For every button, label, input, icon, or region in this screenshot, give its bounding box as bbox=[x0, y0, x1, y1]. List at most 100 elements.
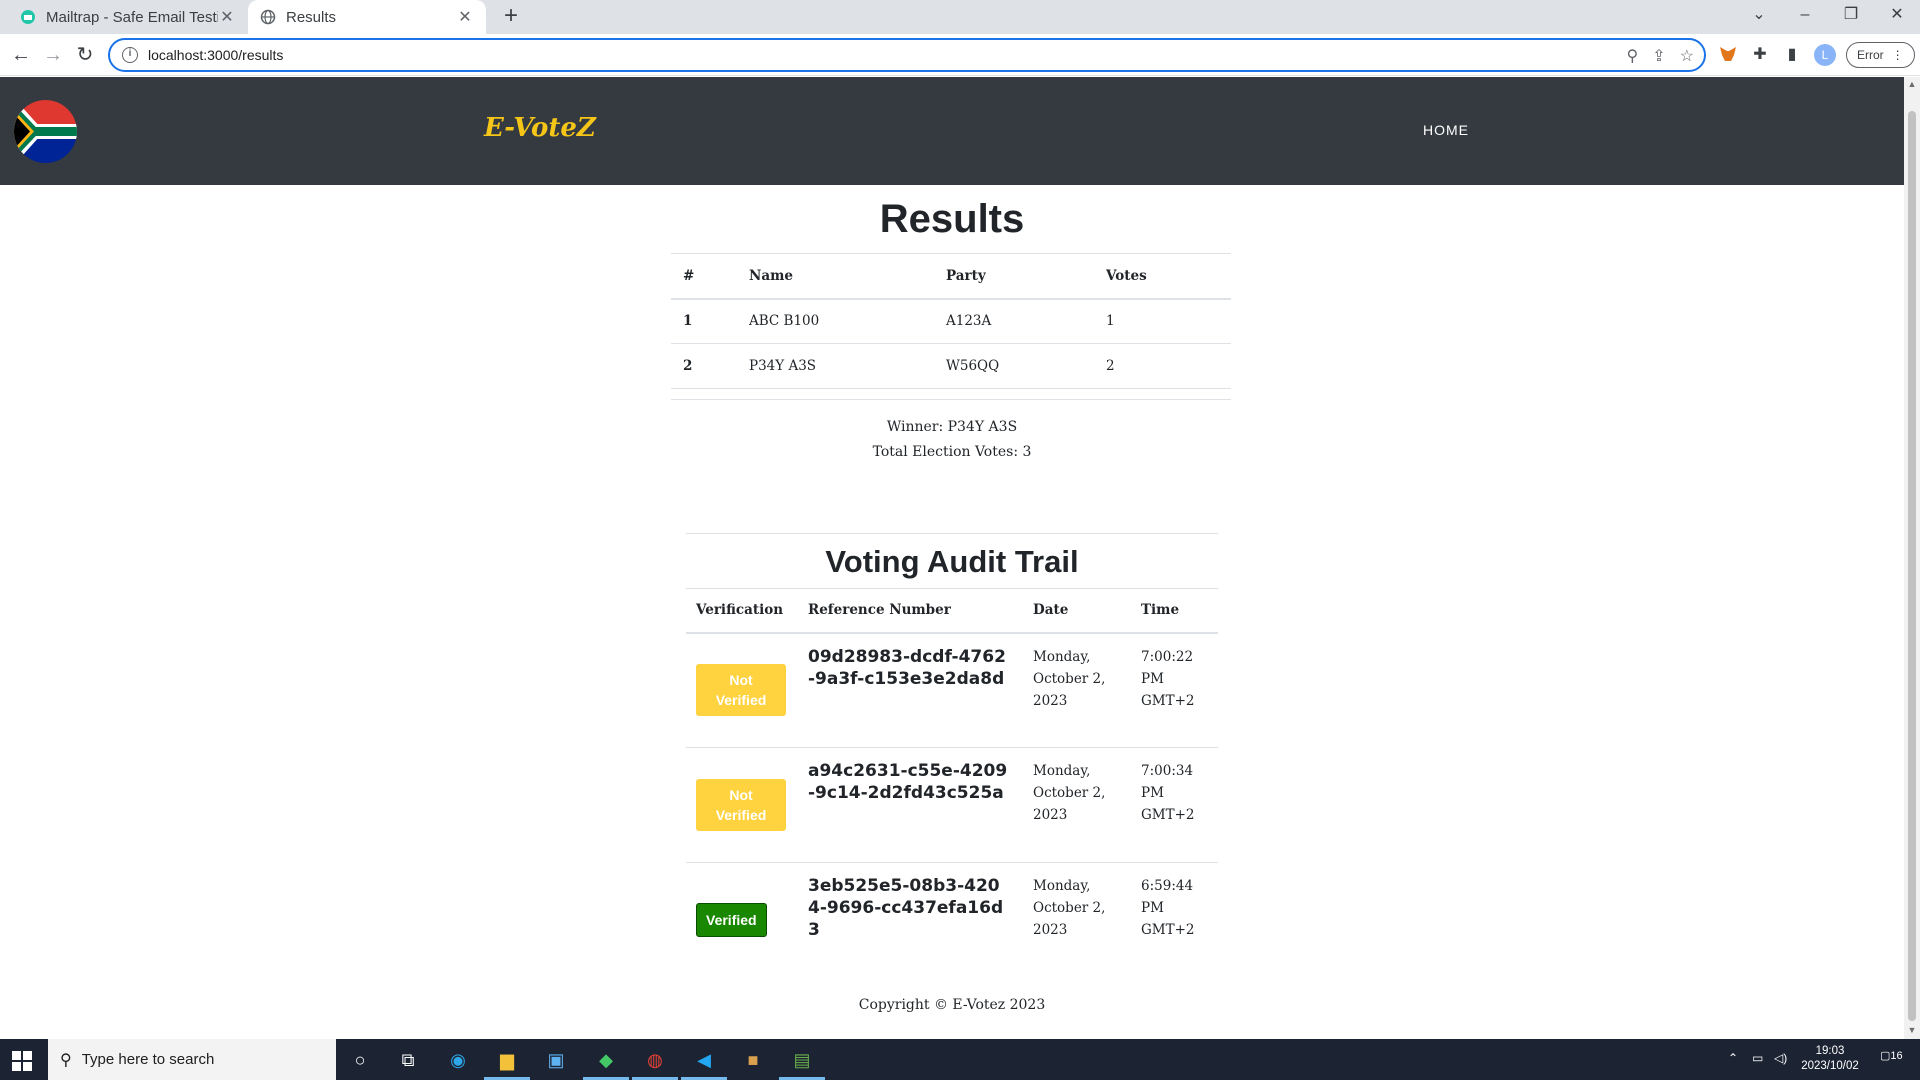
tab-mailtrap[interactable]: Mailtrap - Safe Email Testing ✕ bbox=[8, 0, 248, 34]
chrome-icon[interactable]: ◍ bbox=[640, 1045, 670, 1075]
network-icon[interactable]: ▭ bbox=[1752, 1051, 1763, 1080]
status-badge: Verified bbox=[696, 903, 767, 938]
total-votes-text: Total Election Votes: 3 bbox=[872, 444, 1032, 460]
bookmark-star-icon[interactable]: ☆ bbox=[1680, 46, 1694, 66]
taskbar-search-input[interactable]: ⚲ Type here to search bbox=[48, 1039, 336, 1080]
forward-arrow-icon[interactable]: → bbox=[40, 42, 66, 68]
column-header: Date bbox=[1023, 588, 1131, 634]
table-row: Not Verified a94c2631-c55e-4209-9c14-2d2… bbox=[686, 747, 1218, 863]
profile-avatar[interactable]: L bbox=[1814, 44, 1836, 66]
candidate-name: P34Y A3S bbox=[737, 343, 934, 389]
tab-search-icon[interactable]: ⌄ bbox=[1736, 0, 1782, 34]
status-badge: Not Verified bbox=[696, 779, 786, 831]
scroll-up-icon[interactable]: ▲ bbox=[1907, 79, 1917, 89]
clock-date: 2023/10/02 bbox=[1801, 1060, 1859, 1072]
column-header: Reference Number bbox=[798, 588, 1023, 634]
windows-taskbar: ⚲ Type here to search ○ ⧉ ◉ ▆ ▣ ◆ ◍ ◀ ■ … bbox=[0, 1039, 1920, 1080]
column-header: # bbox=[671, 253, 737, 300]
reference-number: 09d28983-dcdf-4762-9a3f-c153e3e2da8d bbox=[808, 646, 1006, 689]
divider bbox=[686, 533, 1218, 534]
browser-tab-strip: Mailtrap - Safe Email Testing ✕ Results … bbox=[0, 0, 1920, 34]
reload-icon[interactable]: ↻ bbox=[72, 42, 98, 68]
error-button[interactable]: Error ⋮ bbox=[1846, 42, 1915, 68]
column-header: Name bbox=[737, 253, 934, 300]
vote-count: 1 bbox=[1094, 298, 1231, 344]
close-tab-icon[interactable]: ✕ bbox=[456, 7, 474, 27]
site-brand[interactable]: E-VoteZ bbox=[484, 113, 596, 143]
table-row: Not Verified 09d28983-dcdf-4762-9a3f-c15… bbox=[686, 632, 1218, 748]
address-bar[interactable]: i localhost:3000/results ⚲ ⇪ ☆ bbox=[108, 38, 1706, 72]
notification-count: 16 bbox=[1890, 1050, 1903, 1062]
vote-date: Monday, October 2, 2023 bbox=[1033, 878, 1106, 938]
restore-button[interactable]: ❐ bbox=[1828, 0, 1874, 34]
close-tab-icon[interactable]: ✕ bbox=[218, 7, 236, 27]
edge-icon[interactable]: ◉ bbox=[443, 1045, 473, 1075]
tab-results[interactable]: Results ✕ bbox=[248, 0, 486, 34]
vscode-icon[interactable]: ◀ bbox=[689, 1045, 719, 1075]
south-africa-flag-logo[interactable] bbox=[14, 100, 77, 163]
store-icon[interactable]: ▣ bbox=[541, 1045, 571, 1075]
winner-text: Winner: P34Y A3S bbox=[886, 419, 1018, 435]
file-explorer-icon[interactable]: ▆ bbox=[492, 1045, 522, 1075]
vote-time: 7:00:34 PM GMT+2 bbox=[1141, 763, 1195, 823]
vote-time: 6:59:44 PM GMT+2 bbox=[1141, 878, 1195, 938]
candidate-name: ABC B100 bbox=[737, 298, 934, 344]
audit-trail-heading: Voting Audit Trail bbox=[825, 544, 1079, 579]
party-name: W56QQ bbox=[934, 343, 1094, 389]
notepad-app-icon[interactable]: ▤ bbox=[787, 1045, 817, 1075]
notifications-icon[interactable]: ▢16 bbox=[1880, 1049, 1903, 1080]
minimize-button[interactable]: – bbox=[1782, 0, 1828, 34]
url-text[interactable]: localhost:3000/results bbox=[148, 47, 283, 63]
table-row: 1 ABC B100 A123A 1 bbox=[671, 298, 1231, 344]
page-viewport: E-VoteZ HOME Results # Name Party Votes … bbox=[0, 77, 1904, 1039]
package-app-icon[interactable]: ■ bbox=[738, 1045, 768, 1075]
extensions-puzzle-icon[interactable]: ✚ bbox=[1750, 45, 1770, 65]
table-row: 2 P34Y A3S W56QQ 2 bbox=[671, 343, 1231, 389]
tab-label: Results bbox=[286, 8, 337, 26]
browser-toolbar: ← → ↻ i localhost:3000/results ⚲ ⇪ ☆ ✚ ▮… bbox=[0, 34, 1920, 76]
more-menu-icon: ⋮ bbox=[1891, 48, 1904, 62]
party-name: A123A bbox=[934, 298, 1094, 344]
search-placeholder: Type here to search bbox=[81, 1051, 215, 1068]
site-info-icon[interactable]: i bbox=[122, 47, 138, 63]
row-number: 1 bbox=[671, 298, 737, 344]
error-label: Error bbox=[1857, 48, 1884, 62]
app-green-icon[interactable]: ◆ bbox=[591, 1045, 621, 1075]
close-window-button[interactable]: ✕ bbox=[1874, 0, 1920, 34]
page-scrollbar[interactable]: ▲ ▼ bbox=[1904, 77, 1920, 1039]
task-view-icon[interactable]: ⧉ bbox=[393, 1045, 423, 1075]
vote-date: Monday, October 2, 2023 bbox=[1033, 763, 1106, 823]
column-header: Votes bbox=[1094, 253, 1231, 300]
tray-chevron-icon[interactable]: ⌃ bbox=[1728, 1051, 1738, 1080]
audit-table: Verification Reference Number Date Time … bbox=[686, 588, 1218, 978]
page-footer: Copyright © E-Votez 2023 bbox=[858, 997, 1046, 1013]
volume-icon[interactable]: ◁) bbox=[1774, 1051, 1787, 1080]
results-heading: Results bbox=[879, 197, 1025, 241]
vote-time: 7:00:22 PM GMT+2 bbox=[1141, 648, 1195, 709]
zoom-icon[interactable]: ⚲ bbox=[1627, 46, 1639, 66]
search-icon: ⚲ bbox=[60, 1051, 72, 1069]
column-header: Party bbox=[934, 253, 1094, 300]
divider bbox=[671, 399, 1231, 400]
column-header: Verification bbox=[686, 588, 798, 634]
new-tab-button[interactable]: + bbox=[498, 4, 524, 30]
side-panel-icon[interactable]: ▮ bbox=[1782, 45, 1802, 65]
back-arrow-icon[interactable]: ← bbox=[8, 42, 34, 68]
column-header: Time bbox=[1131, 588, 1218, 634]
taskbar-clock[interactable]: 19:03 2023/10/02 bbox=[1800, 1044, 1860, 1074]
cortana-icon[interactable]: ○ bbox=[345, 1045, 375, 1075]
results-table: # Name Party Votes 1 ABC B100 A123A 1 2 … bbox=[671, 253, 1231, 389]
metamask-fox-icon[interactable] bbox=[1718, 45, 1738, 65]
nav-home-link[interactable]: HOME bbox=[1423, 122, 1469, 138]
reference-number: 3eb525e5-08b3-4204-9696-cc437efa16d3 bbox=[808, 876, 1004, 940]
tab-label: Mailtrap - Safe Email Testing bbox=[46, 8, 218, 26]
status-badge: Not Verified bbox=[696, 664, 786, 717]
windows-start-icon[interactable] bbox=[12, 1051, 32, 1071]
share-icon[interactable]: ⇪ bbox=[1652, 46, 1665, 66]
reference-number: a94c2631-c55e-4209-9c14-2d2fd43c525a bbox=[808, 761, 1008, 803]
mailtrap-favicon-icon bbox=[20, 9, 36, 25]
globe-icon bbox=[260, 9, 276, 25]
scroll-down-icon[interactable]: ▼ bbox=[1907, 1025, 1917, 1035]
clock-time: 19:03 bbox=[1815, 1045, 1845, 1057]
scrollbar-thumb[interactable] bbox=[1908, 111, 1916, 1021]
